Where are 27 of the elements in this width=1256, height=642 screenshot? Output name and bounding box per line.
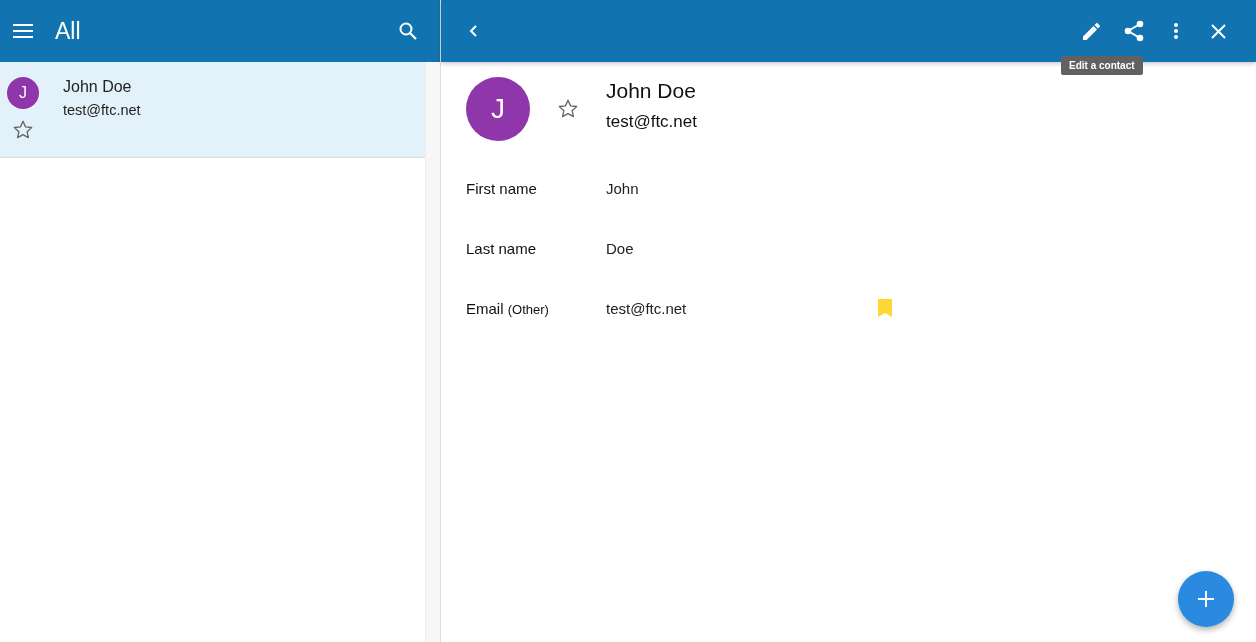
share-icon[interactable] [1124,20,1144,42]
contact-name: John Doe [606,79,697,103]
contact-name: John Doe [63,78,133,96]
field-label: Last name [466,239,537,257]
close-icon[interactable] [1210,23,1226,39]
field-value: test@ftc.net [606,299,688,317]
contact-list-item[interactable]: J John Doe test@ftc.net [0,62,425,158]
field-label: Email [466,299,504,317]
plus-icon [1198,591,1214,607]
more-icon[interactable] [1174,23,1178,39]
search-icon[interactable] [399,22,417,40]
contact-email: test@ftc.net [63,102,141,118]
star-icon[interactable] [13,120,33,139]
avatar: J [466,77,530,141]
back-icon[interactable] [469,25,477,37]
field-value: John [606,179,640,197]
contact-email: test@ftc.net [606,112,697,132]
field-value: Doe [606,239,635,257]
list-title: All [55,17,82,45]
add-button[interactable] [1178,571,1234,627]
pencil-icon[interactable] [1082,21,1102,41]
field-label: First name [466,179,537,197]
star-icon[interactable] [558,99,578,118]
field-sublabel: (Other) [507,301,549,317]
menu-icon[interactable] [13,24,33,38]
avatar: J [7,77,39,109]
tooltip: Edit a contact [1061,56,1143,75]
